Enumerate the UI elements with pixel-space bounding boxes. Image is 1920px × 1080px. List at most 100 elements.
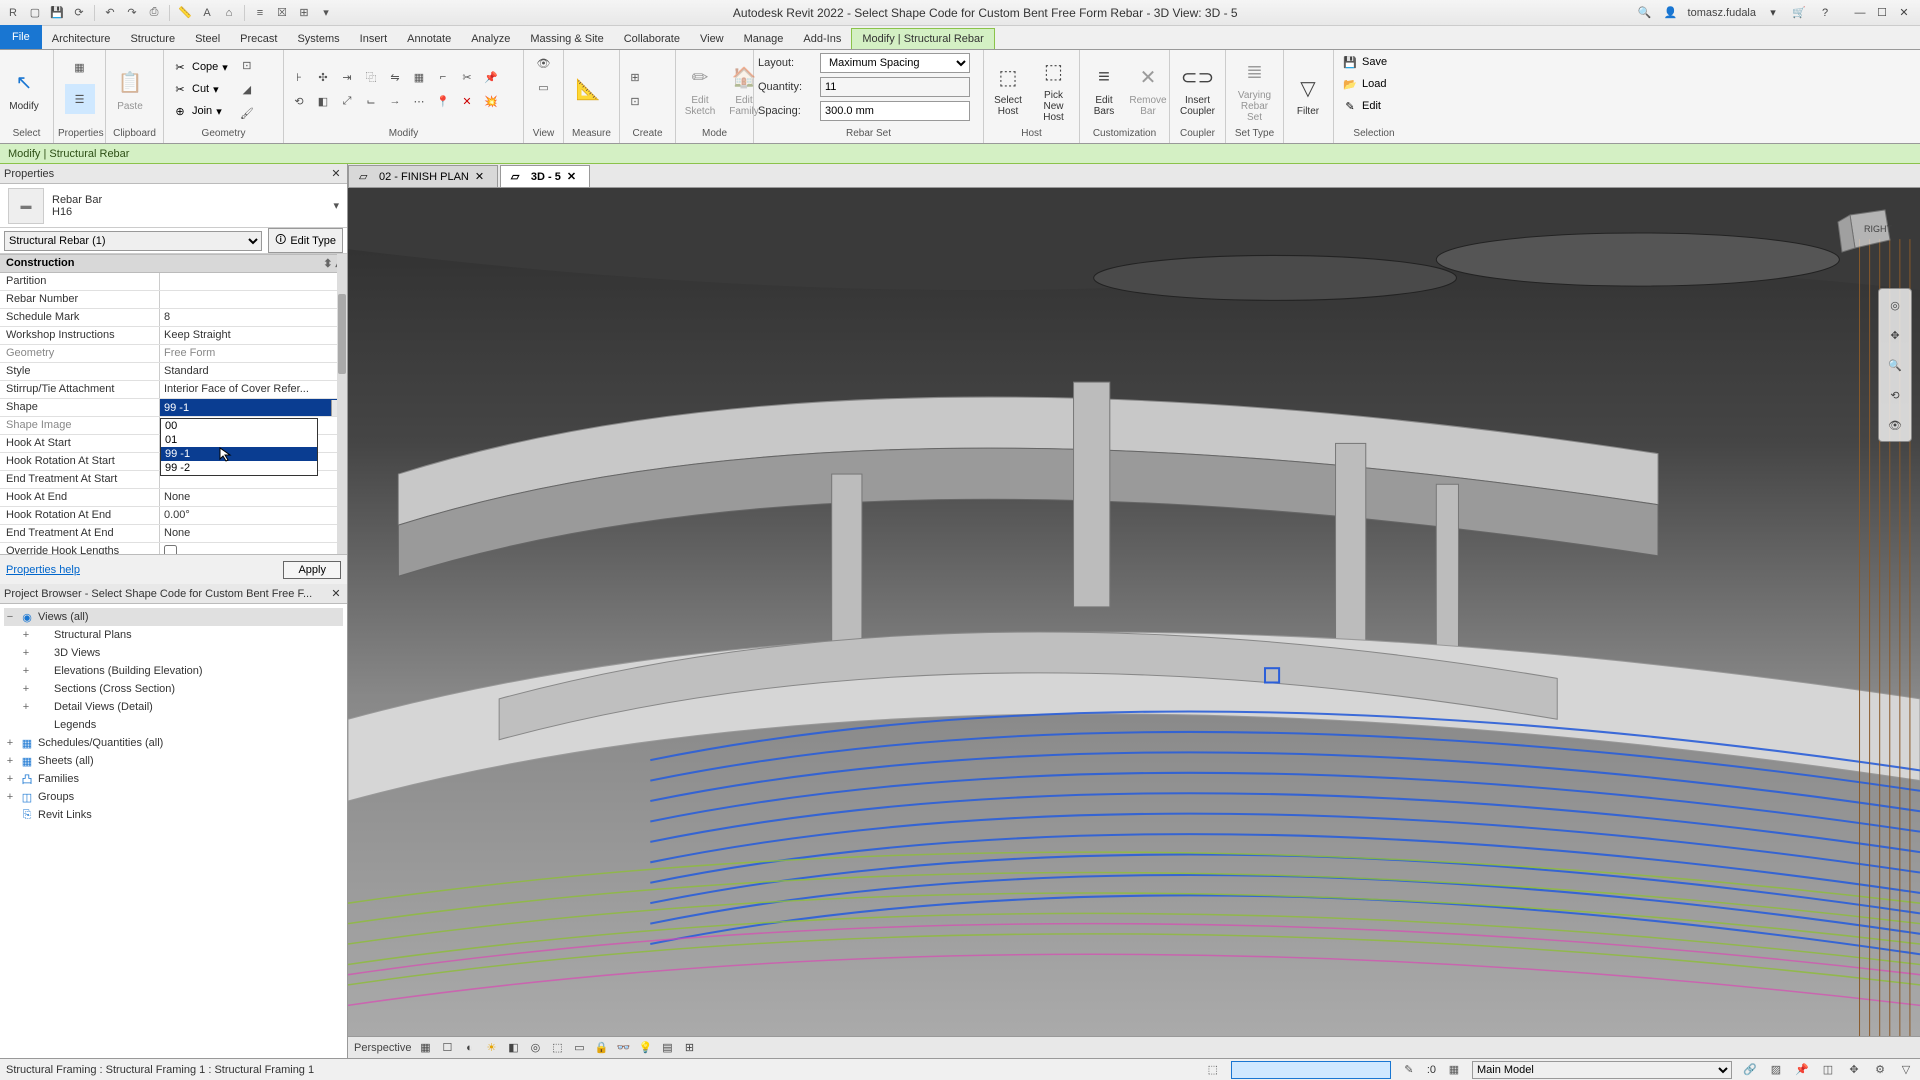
modify-button[interactable]: ↖ Modify	[4, 65, 44, 114]
close-tab-icon[interactable]: ✕	[475, 170, 487, 183]
dropdown-option[interactable]: 99 -2	[161, 461, 317, 475]
create-group-icon[interactable]: ⊞	[624, 66, 646, 88]
property-row[interactable]: Stirrup/Tie AttachmentInterior Face of C…	[0, 381, 347, 399]
linear-array-icon[interactable]: ⋯	[408, 90, 430, 112]
property-row[interactable]: Hook At EndNone	[0, 489, 347, 507]
tree-node[interactable]: +Structural Plans	[4, 626, 343, 644]
open-icon[interactable]: ▢	[26, 4, 44, 22]
property-row[interactable]: StyleStandard	[0, 363, 347, 381]
close-hidden-icon[interactable]: ☒	[273, 4, 291, 22]
paste-button[interactable]: 📋 Paste	[110, 65, 150, 114]
help-icon[interactable]: ?	[1816, 4, 1834, 22]
tab-precast[interactable]: Precast	[230, 29, 287, 49]
analytical-icon[interactable]: ⊞	[681, 1040, 697, 1056]
select-host-button[interactable]: ⬚Select Host	[988, 59, 1028, 119]
tab-architecture[interactable]: Architecture	[42, 29, 121, 49]
split-icon[interactable]: ✂	[456, 66, 478, 88]
tree-twisty-icon[interactable]: +	[4, 737, 16, 749]
tree-twisty-icon[interactable]: +	[20, 665, 32, 677]
tab-structure[interactable]: Structure	[120, 29, 185, 49]
property-row[interactable]: Shape99 -1▾	[0, 399, 347, 417]
shape-dropdown[interactable]: 000199 -199 -2	[160, 418, 318, 476]
tree-twisty-icon[interactable]: −	[4, 611, 16, 623]
orbit-icon[interactable]: ⟲	[1883, 383, 1907, 407]
select-face-icon[interactable]: ◫	[1820, 1062, 1836, 1078]
filter-status-icon[interactable]: ▽	[1898, 1062, 1914, 1078]
tab-modify-structural-rebar[interactable]: Modify | Structural Rebar	[851, 28, 994, 49]
edit-bars-button[interactable]: ≡Edit Bars	[1084, 59, 1124, 119]
dropdown-option[interactable]: 01	[161, 433, 317, 447]
shadows-icon[interactable]: ◧	[505, 1040, 521, 1056]
move-icon[interactable]: ✣	[312, 66, 334, 88]
split-face-icon[interactable]: ◢	[236, 78, 258, 100]
app-store-icon[interactable]: 🛒	[1790, 4, 1808, 22]
copy-icon[interactable]: ⿻	[360, 66, 382, 88]
tab-view[interactable]: View	[690, 29, 734, 49]
property-row[interactable]: Schedule Mark8	[0, 309, 347, 327]
tree-twisty-icon[interactable]: +	[4, 755, 16, 767]
3d-viewport[interactable]: RIGHT ◎ ✥ 🔍 ⟲ 👁	[348, 188, 1920, 1036]
app-menu-icon[interactable]: R	[4, 4, 22, 22]
view-tab[interactable]: ▱3D - 5✕	[500, 165, 590, 187]
property-row[interactable]: Rebar Number	[0, 291, 347, 309]
active-selection-set[interactable]	[1231, 1061, 1391, 1079]
home-icon[interactable]: ⌂	[220, 4, 238, 22]
filter-button[interactable]: ▽Filter	[1288, 70, 1328, 119]
tree-node[interactable]: Legends	[4, 716, 343, 734]
properties-scrollbar[interactable]	[337, 254, 347, 554]
create-assembly-icon[interactable]: ⊡	[624, 90, 646, 112]
worksets-icon[interactable]: ⬚	[1205, 1062, 1221, 1078]
property-row[interactable]: Override Hook Lengths	[0, 543, 347, 554]
property-row[interactable]: GeometryFree Form	[0, 345, 347, 363]
property-row[interactable]: Workshop InstructionsKeep Straight	[0, 327, 347, 345]
hide-icon[interactable]: 👁	[533, 52, 555, 74]
save-selection-button[interactable]: 💾Save	[1338, 52, 1391, 72]
checkbox[interactable]	[164, 545, 177, 554]
tree-twisty-icon[interactable]: +	[20, 647, 32, 659]
trim-extend-icon[interactable]: ⌐	[432, 66, 454, 88]
tree-twisty-icon[interactable]: +	[4, 791, 16, 803]
reveal-hidden-icon[interactable]: 💡	[637, 1040, 653, 1056]
save-icon[interactable]: 💾	[48, 4, 66, 22]
tab-systems[interactable]: Systems	[287, 29, 349, 49]
crop-view-icon[interactable]: ⬚	[549, 1040, 565, 1056]
mirror-axis-icon[interactable]: ⇋	[384, 66, 406, 88]
temp-hide-icon[interactable]: 👓	[615, 1040, 631, 1056]
user-dropdown-icon[interactable]: ▾	[1764, 4, 1782, 22]
instance-filter-select[interactable]: Structural Rebar (1)	[4, 231, 262, 251]
trim-corner-icon[interactable]: ⌙	[360, 90, 382, 112]
properties-help-link[interactable]: Properties help	[6, 564, 80, 576]
tree-node[interactable]: +Sections (Cross Section)	[4, 680, 343, 698]
delete-icon[interactable]: ✕	[456, 90, 478, 112]
tree-node[interactable]: +▦Sheets (all)	[4, 752, 343, 770]
close-tab-icon[interactable]: ✕	[567, 170, 579, 183]
type-selector[interactable]: ▬ Rebar Bar H16 ▾	[0, 184, 347, 228]
tree-twisty-icon[interactable]: +	[20, 629, 32, 641]
tree-twisty-icon[interactable]: +	[4, 773, 16, 785]
property-row[interactable]: End Treatment At EndNone	[0, 525, 347, 543]
text-icon[interactable]: A	[198, 4, 216, 22]
property-row[interactable]: Partition	[0, 273, 347, 291]
design-options-icon[interactable]: ▦	[1446, 1062, 1462, 1078]
editable-only-icon[interactable]: ✎	[1401, 1062, 1417, 1078]
scale-icon[interactable]: ⤢	[336, 90, 358, 112]
paint-icon[interactable]: 🖌	[236, 102, 258, 124]
rendering-icon[interactable]: ◎	[527, 1040, 543, 1056]
tree-node[interactable]: +Detail Views (Detail)	[4, 698, 343, 716]
close-button[interactable]: ✕	[1894, 3, 1914, 23]
align-icon[interactable]: ⊦	[288, 66, 310, 88]
properties-icon[interactable]: ☰	[65, 84, 95, 114]
zoom-icon[interactable]: 🔍	[1883, 353, 1907, 377]
redo-icon[interactable]: ↷	[123, 4, 141, 22]
tab-analyze[interactable]: Analyze	[461, 29, 520, 49]
extend-single-icon[interactable]: →	[384, 90, 406, 112]
navigation-bar[interactable]: ◎ ✥ 🔍 ⟲ 👁	[1878, 288, 1912, 442]
apply-button[interactable]: Apply	[283, 561, 341, 579]
steering-wheel-icon[interactable]: ◎	[1883, 293, 1907, 317]
undo-icon[interactable]: ↶	[101, 4, 119, 22]
type-dropdown-icon[interactable]: ▾	[333, 199, 339, 212]
minimize-button[interactable]: —	[1850, 3, 1870, 23]
join-button[interactable]: ⊕Join ▾	[168, 101, 232, 121]
tab-massing-site[interactable]: Massing & Site	[520, 29, 613, 49]
unpin-icon[interactable]: 📌	[480, 66, 502, 88]
